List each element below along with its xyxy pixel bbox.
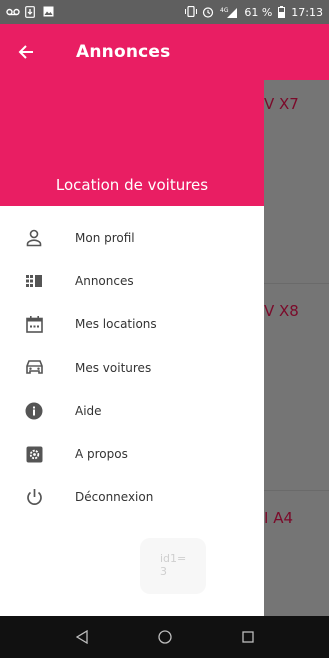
battery-icon <box>278 6 286 18</box>
alarm-icon <box>202 6 214 18</box>
debug-id-badge: id1= 3 <box>140 538 206 594</box>
drawer-header: Location de voitures <box>0 80 264 206</box>
network-type: 4G <box>220 7 229 14</box>
badge-line: 3 <box>160 565 167 578</box>
menu-item-mes-voitures[interactable]: Mes voitures <box>0 346 264 389</box>
settings-icon <box>24 444 44 464</box>
info-icon <box>24 401 44 421</box>
recents-square-icon[interactable] <box>238 627 258 647</box>
menu-item-label: Mes voitures <box>75 360 152 375</box>
car-card-title: V X7 <box>264 95 299 113</box>
status-right-icons: 4G 61 % 17:13 <box>184 6 323 19</box>
menu-item-label: Aide <box>75 403 102 418</box>
car-card-title: V X8 <box>264 302 299 320</box>
card-divider <box>264 490 329 491</box>
download-icon <box>24 6 36 18</box>
menu-item-deconnexion[interactable]: Déconnexion <box>0 476 264 519</box>
menu-item-label: Mon profil <box>75 230 135 245</box>
menu-item-aide[interactable]: Aide <box>0 389 264 432</box>
person-icon <box>24 228 44 248</box>
clock: 17:13 <box>291 5 323 19</box>
app-title: Annonces <box>76 42 171 62</box>
menu-item-mon-profil[interactable]: Mon profil <box>0 216 264 259</box>
menu-item-a-propos[interactable]: A propos <box>0 432 264 475</box>
drawer-header-title: Location de voitures <box>55 176 209 194</box>
navigation-drawer: Location de voitures Mon profil Annonces… <box>0 80 264 616</box>
car-card-title: I A4 <box>264 509 293 527</box>
app-bar: Annonces <box>0 24 329 80</box>
menu-item-annonces[interactable]: Annonces <box>0 259 264 302</box>
menu-item-label: Déconnexion <box>75 490 154 505</box>
menu-item-label: Mes locations <box>75 317 157 332</box>
main-content-scrim[interactable]: V X7 V X8 I A4 <box>264 80 329 616</box>
battery-percent: 61 % <box>244 5 273 19</box>
menu-item-label: A propos <box>75 447 128 462</box>
car-icon <box>24 358 44 378</box>
drawer-menu: Mon profil Annonces Mes locations Mes vo… <box>0 216 264 519</box>
list-icon <box>24 271 44 291</box>
back-arrow-icon[interactable] <box>14 40 38 64</box>
card-divider <box>264 283 329 284</box>
badge-line: id1= <box>160 552 187 565</box>
voicemail-icon <box>6 6 20 18</box>
calendar-icon <box>24 314 44 334</box>
menu-item-mes-locations[interactable]: Mes locations <box>0 303 264 346</box>
back-triangle-icon[interactable] <box>72 627 92 647</box>
home-circle-icon[interactable] <box>155 627 175 647</box>
image-icon <box>42 6 54 18</box>
status-bar: 4G 61 % 17:13 <box>0 0 329 24</box>
vibrate-icon <box>184 5 198 18</box>
signal-icon: 4G <box>220 6 238 18</box>
status-left-icons <box>6 6 54 18</box>
system-nav-bar <box>0 616 329 658</box>
power-icon <box>24 487 44 507</box>
menu-item-label: Annonces <box>75 273 134 288</box>
